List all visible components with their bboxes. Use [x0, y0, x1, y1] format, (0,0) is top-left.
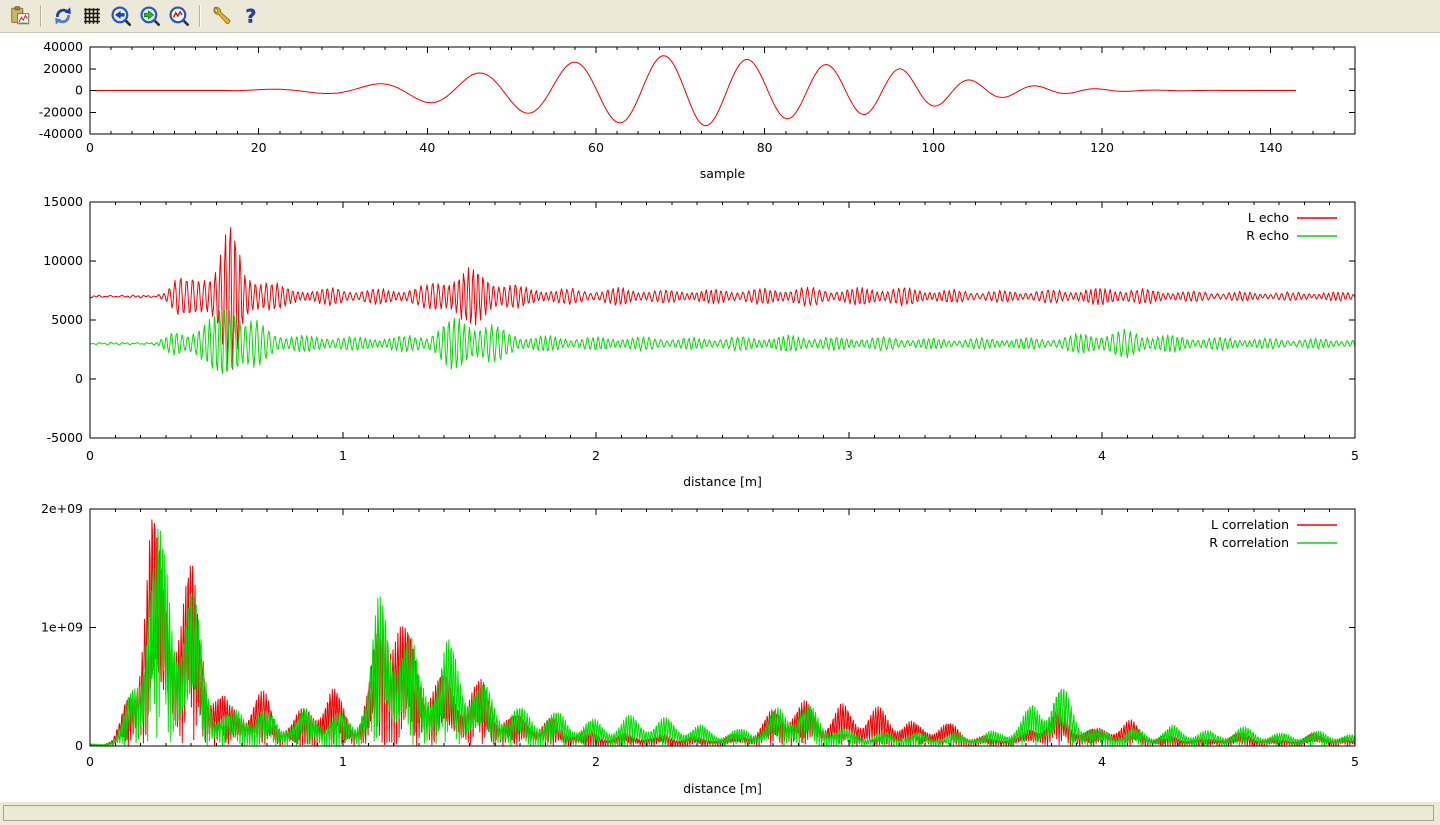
x-tick-label: 40	[419, 140, 435, 155]
x-tick-label: 2	[592, 448, 600, 463]
plot-canvas-area: 020406080100120140-40000-200000200004000…	[0, 33, 1440, 802]
status-field	[3, 805, 1434, 821]
x-tick-label: 1	[339, 754, 347, 769]
ticks	[90, 202, 1355, 438]
svg-text:?: ?	[245, 6, 256, 27]
x-tick-label: 0	[86, 754, 94, 769]
help-icon: ?	[240, 5, 262, 27]
x-tick-label: 3	[845, 754, 853, 769]
y-tick-label: 5000	[51, 312, 83, 327]
y-tick-label: -20000	[39, 104, 83, 119]
legend-label: R correlation	[1209, 535, 1289, 550]
x-tick-label: 60	[588, 140, 604, 155]
legend-label: R echo	[1246, 228, 1289, 243]
toolbar-separator	[40, 5, 42, 27]
plot-border	[90, 202, 1355, 438]
correlation-plot: 0 1 2 3 4 5 0 1e+09 2e+09 distance [m] L correlati…	[41, 501, 1359, 796]
x-axis-label: distance [m]	[683, 781, 762, 796]
status-bar	[0, 802, 1440, 825]
x-tick-label: 120	[1090, 140, 1114, 155]
y-tick-label: 2e+09	[41, 501, 83, 516]
grid-button[interactable]	[78, 3, 105, 30]
help-button[interactable]: ?	[237, 3, 264, 30]
x-tick-label: 5	[1351, 448, 1359, 463]
y-tick-label: -5000	[47, 430, 83, 445]
correlation-plot-series-l-correlation	[90, 520, 1355, 746]
replot-icon	[52, 5, 74, 27]
zoom-previous-button[interactable]	[107, 3, 134, 30]
echo-plot-series-r-echo	[90, 310, 1355, 374]
waveform-plot: 0 20 40 60 80 100 120 140 -40000 -20000 0 20000 4000…	[39, 39, 1355, 181]
grid-icon	[81, 5, 103, 27]
x-tick-label: 0	[86, 140, 94, 155]
legend-label: L echo	[1248, 210, 1289, 225]
correlation-plot-legend: L correlation R correlation	[1209, 517, 1337, 550]
y-tick-label: 40000	[43, 39, 83, 54]
x-axis-label: sample	[700, 166, 746, 181]
y-tick-label: 15000	[43, 194, 83, 209]
x-tick-label: 20	[251, 140, 267, 155]
echo-plot-series-l-echo	[90, 228, 1355, 370]
x-tick-label: 100	[921, 140, 945, 155]
copy-to-clipboard-icon	[9, 5, 31, 27]
zoom-next-icon	[139, 5, 161, 27]
plot-border	[90, 509, 1355, 746]
x-tick-label: 2	[592, 754, 600, 769]
x-tick-label: 140	[1259, 140, 1283, 155]
gnuplot-window: ? 020406080100120140-40000-2000002000040…	[0, 0, 1440, 825]
y-tick-label: 20000	[43, 61, 83, 76]
y-tick-label: 0	[75, 738, 83, 753]
x-tick-label: 3	[845, 448, 853, 463]
y-tick-label: 0	[75, 83, 83, 98]
y-tick-label: -40000	[39, 126, 83, 141]
y-tick-label: 0	[75, 371, 83, 386]
echo-plot-legend: L echo R echo	[1246, 210, 1337, 243]
x-tick-label: 4	[1098, 448, 1106, 463]
x-axis-label: distance [m]	[683, 474, 762, 489]
waveform-plot-series-signal	[90, 56, 1296, 126]
legend-label: L correlation	[1211, 517, 1289, 532]
plots-svg[interactable]: 020406080100120140-40000-200000200004000…	[0, 33, 1440, 802]
zoom-next-button[interactable]	[136, 3, 163, 30]
y-tick-label: 10000	[43, 253, 83, 268]
x-tick-label: 4	[1098, 754, 1106, 769]
x-tick-label: 0	[86, 448, 94, 463]
replot-button[interactable]	[49, 3, 76, 30]
y-tick-label: 1e+09	[41, 620, 83, 635]
x-tick-label: 1	[339, 448, 347, 463]
autoscale-button[interactable]	[165, 3, 192, 30]
x-tick-label: 5	[1351, 754, 1359, 769]
copy-plot-button[interactable]	[6, 3, 33, 30]
correlation-plot-series-r-correlation	[90, 529, 1355, 746]
autoscale-icon	[168, 5, 190, 27]
echo-plot: 012345-5000050001000015000distance [m]L …	[43, 194, 1359, 489]
configure-button[interactable]	[208, 3, 235, 30]
zoom-previous-icon	[110, 5, 132, 27]
x-tick-label: 80	[757, 140, 773, 155]
wrench-icon	[211, 5, 233, 27]
toolbar-separator	[199, 5, 201, 27]
ticks	[90, 509, 1355, 746]
toolbar: ?	[0, 0, 1440, 33]
